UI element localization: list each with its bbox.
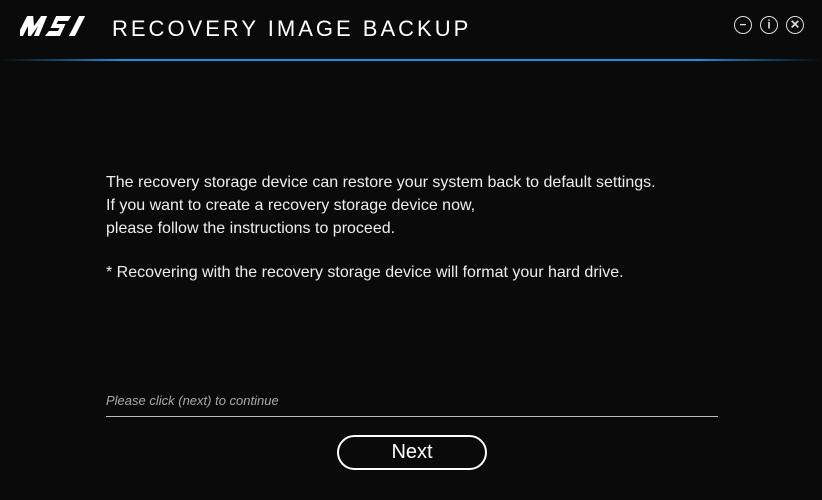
minimize-icon: − [739,19,746,31]
app-title: RECOVERY IMAGE BACKUP [112,16,471,42]
title-bar: RECOVERY IMAGE BACKUP − i ✕ [0,0,822,59]
continue-hint: Please click (next) to continue [106,393,279,408]
instruction-text: The recovery storage device can restore … [106,171,716,241]
minimize-button[interactable]: − [734,16,752,34]
window-controls: − i ✕ [734,16,804,34]
next-row: Next [106,435,718,470]
warning-note: * Recovering with the recovery storage d… [106,261,716,284]
main-content: The recovery storage device can restore … [0,61,822,284]
close-button[interactable]: ✕ [786,16,804,34]
info-icon: i [767,19,770,31]
footer: Please click (next) to continue Next [106,392,718,470]
close-icon: ✕ [790,19,800,31]
next-button[interactable]: Next [337,435,487,470]
info-button[interactable]: i [760,16,778,34]
msi-logo [20,12,94,45]
hint-row: Please click (next) to continue [106,392,718,417]
